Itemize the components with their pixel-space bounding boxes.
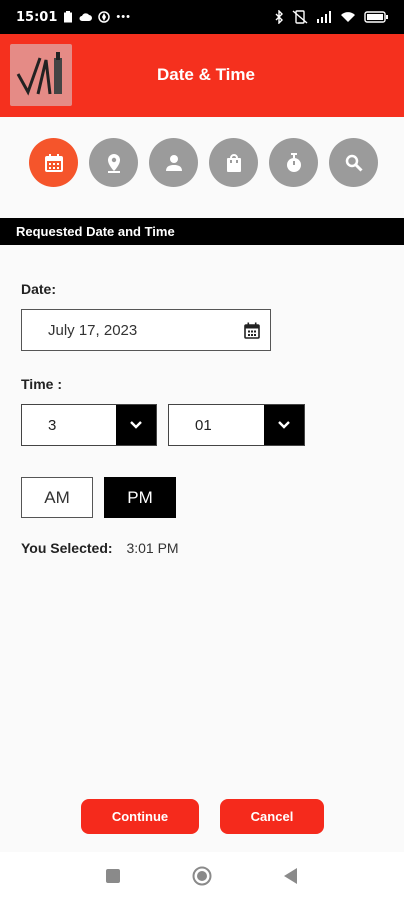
vibrate-off-icon bbox=[292, 10, 308, 24]
clipboard-icon bbox=[64, 11, 73, 23]
continue-button[interactable]: Continue bbox=[81, 799, 199, 834]
hour-dropdown-button[interactable] bbox=[116, 405, 156, 445]
step-review[interactable] bbox=[329, 138, 378, 187]
search-icon bbox=[345, 154, 363, 172]
section-header: Requested Date and Time bbox=[0, 218, 404, 245]
date-label: Date: bbox=[21, 281, 57, 297]
date-field[interactable]: July 17, 2023 bbox=[21, 309, 271, 351]
more-notifications: ••• bbox=[116, 11, 131, 23]
stopwatch-icon bbox=[286, 152, 301, 172]
step-timing[interactable] bbox=[269, 138, 318, 187]
chevron-down-icon bbox=[278, 421, 290, 429]
system-nav-bar bbox=[0, 852, 404, 900]
back-icon[interactable] bbox=[284, 868, 298, 884]
compass-icon bbox=[98, 11, 111, 23]
cancel-button[interactable]: Cancel bbox=[220, 799, 324, 834]
step-navigation bbox=[29, 138, 379, 188]
battery-icon bbox=[364, 11, 388, 23]
calendar-icon[interactable] bbox=[244, 322, 260, 339]
home-icon[interactable] bbox=[192, 866, 212, 886]
cloud-icon bbox=[79, 13, 93, 21]
step-items[interactable] bbox=[209, 138, 258, 187]
signal-icon bbox=[317, 11, 331, 23]
step-contact[interactable] bbox=[149, 138, 198, 187]
app-bar: Date & Time bbox=[0, 34, 404, 117]
minute-select[interactable]: 01 bbox=[168, 404, 305, 446]
you-selected-value: 3:01 PM bbox=[126, 540, 179, 556]
wifi-icon bbox=[341, 12, 355, 22]
status-bar: 15:01 ••• bbox=[0, 0, 404, 34]
hour-value: 3 bbox=[48, 417, 57, 434]
calendar-icon bbox=[44, 153, 63, 172]
you-selected-label: You Selected: bbox=[21, 540, 113, 556]
selected-summary: You Selected: 3:01 PM bbox=[21, 540, 179, 556]
step-date-time[interactable] bbox=[29, 138, 78, 187]
page-title: Date & Time bbox=[157, 65, 255, 84]
recents-icon[interactable] bbox=[106, 869, 120, 883]
time-label: Time : bbox=[21, 376, 62, 392]
minute-dropdown-button[interactable] bbox=[264, 405, 304, 445]
am-button[interactable]: AM bbox=[21, 477, 93, 518]
hour-select[interactable]: 3 bbox=[21, 404, 157, 446]
status-time: 15:01 bbox=[16, 9, 58, 25]
minute-value: 01 bbox=[195, 417, 212, 434]
person-icon bbox=[165, 154, 182, 171]
chevron-down-icon bbox=[130, 421, 142, 429]
pm-button[interactable]: PM bbox=[104, 477, 176, 518]
date-value: July 17, 2023 bbox=[48, 322, 138, 339]
location-pin-icon bbox=[107, 153, 120, 173]
step-location[interactable] bbox=[89, 138, 138, 187]
shopping-bag-icon bbox=[226, 153, 241, 172]
bluetooth-icon bbox=[275, 10, 283, 24]
